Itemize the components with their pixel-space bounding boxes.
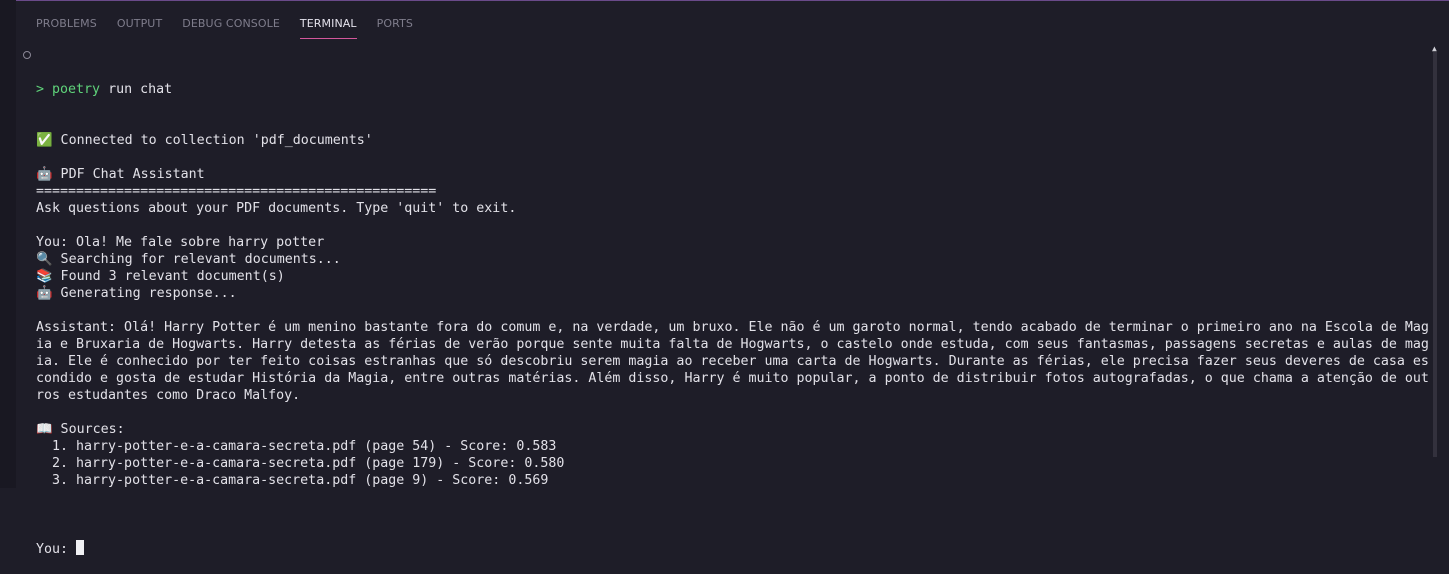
terminal-line: 2. harry-potter-e-a-camara-secreta.pdf (… — [36, 456, 565, 471]
terminal-line: Assistant: Olá! Harry Potter é um menino… — [36, 320, 1429, 335]
command-line: > poetry run chat — [36, 81, 1428, 98]
terminal-line: condido e gosta de estudar História da M… — [36, 371, 1429, 386]
terminal-line: 📖 Sources: — [36, 422, 125, 437]
command-args: run chat — [100, 82, 173, 97]
terminal-line: 1. harry-potter-e-a-camara-secreta.pdf (… — [36, 439, 557, 454]
input-line[interactable]: You: — [36, 540, 1428, 557]
terminal-cursor — [76, 540, 85, 555]
terminal-line: 3. harry-potter-e-a-camara-secreta.pdf (… — [36, 473, 549, 488]
panel-tabs: PROBLEMS OUTPUT DEBUG CONSOLE TERMINAL P… — [16, 0, 413, 40]
terminal-line: ✅ Connected to collection 'pdf_documents… — [36, 133, 373, 148]
terminal-line: 🔍 Searching for relevant documents... — [36, 252, 341, 267]
terminal-line: ia. Ele é conhecido por ter feito coisas… — [36, 354, 1429, 369]
input-prompt: You: — [36, 542, 77, 557]
tab-output[interactable]: OUTPUT — [117, 0, 162, 38]
terminal-line: ia e Bruxaria de Hogwarts. Harry detesta… — [36, 337, 1429, 352]
terminal-line: You: Ola! Me fale sobre harry potter — [36, 235, 325, 250]
terminal-output[interactable]: > poetry run chat ✅ Connected to collect… — [36, 47, 1429, 574]
terminal-line: 🤖 Generating response... — [36, 286, 237, 301]
terminal-line: 📚 Found 3 relevant document(s) — [36, 269, 285, 284]
tab-debug-console[interactable]: DEBUG CONSOLE — [182, 0, 280, 38]
terminal-line: 🤖 PDF Chat Assistant — [36, 167, 205, 182]
tab-ports[interactable]: PORTS — [377, 0, 413, 38]
command-name: poetry — [52, 82, 101, 97]
prompt-symbol: > — [36, 82, 45, 97]
tab-problems[interactable]: PROBLEMS — [36, 0, 97, 38]
left-edge — [0, 0, 16, 488]
command-decoration-icon[interactable] — [23, 51, 31, 59]
terminal-scrollbar[interactable] — [1433, 52, 1437, 457]
terminal-line: Ask questions about your PDF documents. … — [36, 201, 517, 216]
tab-terminal[interactable]: TERMINAL — [299, 0, 357, 39]
terminal-line: ros estudantes como Draco Malfoy. — [36, 388, 301, 403]
terminal-line: ========================================… — [36, 184, 437, 199]
